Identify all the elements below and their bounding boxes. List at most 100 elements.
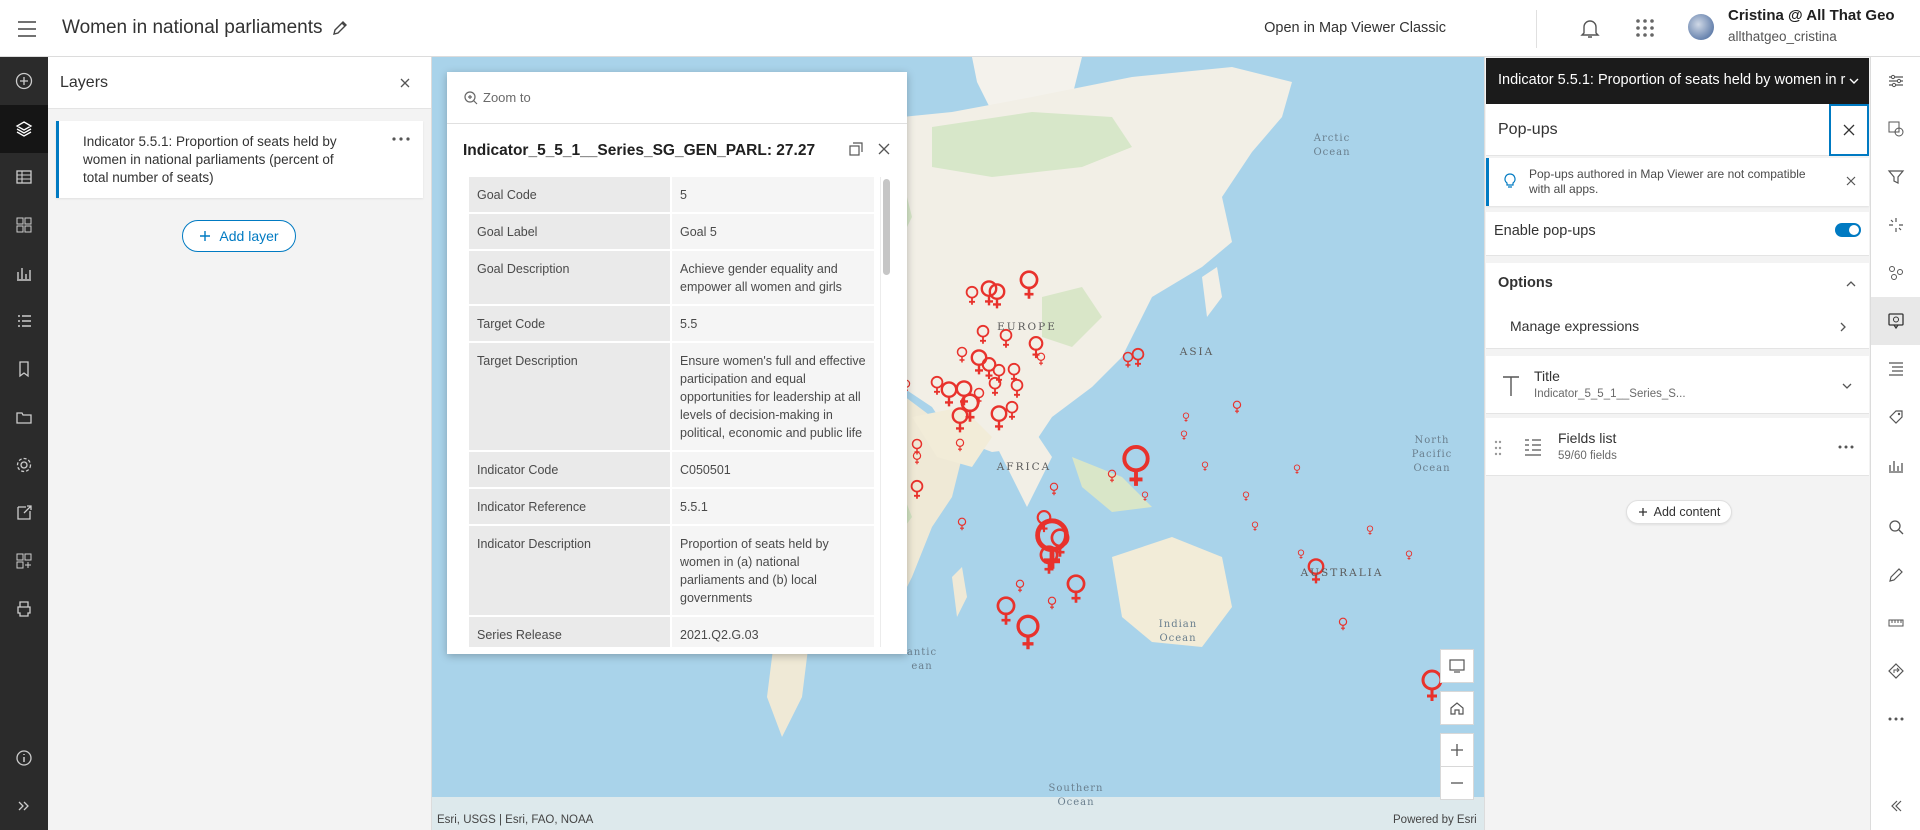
enable-popups-toggle[interactable] xyxy=(1835,223,1861,237)
map-label-indian: Indian xyxy=(1159,619,1197,630)
close-icon[interactable] xyxy=(1829,104,1869,156)
layer-selector[interactable]: Indicator 5.5.1: Proportion of seats hel… xyxy=(1486,58,1869,104)
field-value: Proportion of seats held by women in (a)… xyxy=(671,525,874,617)
pencil-icon[interactable] xyxy=(330,18,350,38)
map-label-southern1: Southern xyxy=(1049,783,1104,794)
labels-icon[interactable] xyxy=(1871,393,1920,441)
styles-icon[interactable] xyxy=(1871,105,1920,153)
charts-icon[interactable] xyxy=(0,249,48,297)
close-icon[interactable] xyxy=(1845,175,1857,187)
fields-icon[interactable] xyxy=(1871,345,1920,393)
zoom-to-icon xyxy=(463,90,479,106)
layers-icon[interactable] xyxy=(0,105,48,153)
map-attribution[interactable]: Esri, USGS | Esri, FAO, NOAA xyxy=(437,814,593,826)
directions-icon[interactable] xyxy=(1871,647,1920,695)
title-item-name: Title xyxy=(1534,368,1560,384)
user-handle: allthatgeo_cristina xyxy=(1728,29,1837,44)
enable-popups-label: Enable pop-ups xyxy=(1494,223,1596,239)
user-avatar[interactable] xyxy=(1688,14,1714,40)
add-content-button[interactable]: Add content xyxy=(1626,500,1732,524)
field-key: Target Description xyxy=(469,342,672,452)
collapse-icon[interactable] xyxy=(1871,782,1920,830)
map-label-npacific1: North xyxy=(1414,435,1449,446)
legend-icon[interactable] xyxy=(0,297,48,345)
table-row: Target Code 5.5 xyxy=(469,305,874,343)
close-icon[interactable] xyxy=(875,140,893,158)
close-icon[interactable] xyxy=(397,75,413,91)
basemap-icon[interactable] xyxy=(0,201,48,249)
info-icon[interactable] xyxy=(0,734,48,782)
print-icon[interactable] xyxy=(0,585,48,633)
properties-icon[interactable] xyxy=(1871,57,1920,105)
manage-expressions-item[interactable]: Manage expressions xyxy=(1486,305,1869,349)
expand-icon[interactable] xyxy=(0,782,48,830)
map-label-europe: EUROPE xyxy=(997,321,1057,333)
effects-icon[interactable] xyxy=(1871,201,1920,249)
drag-handle-icon[interactable] xyxy=(1494,440,1502,456)
map-label-southern2: Ocean xyxy=(1057,797,1094,808)
chevron-down-icon xyxy=(1847,74,1861,88)
popups-icon[interactable] xyxy=(1871,297,1920,345)
popups-header: Pop-ups xyxy=(1486,104,1869,156)
search-icon[interactable] xyxy=(1871,503,1920,551)
plus-icon xyxy=(199,230,211,242)
settings-icon[interactable] xyxy=(0,441,48,489)
powered-by[interactable]: Powered by Esri xyxy=(1393,814,1477,826)
more-options-icon[interactable] xyxy=(389,129,413,149)
zoom-out-icon[interactable] xyxy=(1440,766,1474,800)
add-content-label: Add content xyxy=(1653,505,1721,519)
charts-icon[interactable] xyxy=(1871,441,1920,489)
folder-icon[interactable] xyxy=(0,393,48,441)
popup-fields-table: Goal Code 5 Goal Label Goal 5 Goal Descripti… xyxy=(469,177,874,647)
options-label[interactable]: Options xyxy=(1498,275,1553,291)
table-row: Indicator Code C050501 xyxy=(469,451,874,489)
layer-list-item[interactable]: Indicator 5.5.1: Proportion of seats hel… xyxy=(56,121,423,198)
app-launcher-icon[interactable] xyxy=(1633,16,1657,40)
right-action-bar xyxy=(1870,57,1920,830)
more-tools-icon[interactable] xyxy=(1871,695,1920,743)
table-icon[interactable] xyxy=(0,153,48,201)
map-label-npacific2: Pacific xyxy=(1412,449,1453,460)
layers-panel: Layers Indicator 5.5.1: Proportion of se… xyxy=(48,57,432,830)
field-key: Goal Description xyxy=(469,250,672,306)
map-label-npacific3: Ocean xyxy=(1413,463,1450,474)
field-value: Goal 5 xyxy=(671,213,874,251)
scrollbar-thumb[interactable] xyxy=(883,179,890,275)
measure-icon[interactable] xyxy=(1871,599,1920,647)
share-icon[interactable] xyxy=(0,489,48,537)
edit-icon[interactable] xyxy=(1871,551,1920,599)
user-name[interactable]: Cristina @ All That Geo xyxy=(1728,7,1895,24)
filter-icon[interactable] xyxy=(1871,153,1920,201)
manage-expressions-label: Manage expressions xyxy=(1510,318,1640,334)
plus-icon xyxy=(1638,507,1648,517)
zoom-to-action[interactable]: Zoom to xyxy=(447,72,907,124)
home-icon[interactable] xyxy=(1440,691,1474,725)
chevron-up-icon[interactable] xyxy=(1845,278,1857,290)
field-key: Target Code xyxy=(469,305,672,343)
chevron-down-icon[interactable] xyxy=(1841,380,1853,392)
add-layer-button[interactable]: Add layer xyxy=(182,220,296,252)
menu-icon[interactable] xyxy=(14,16,40,42)
table-row: Goal Label Goal 5 xyxy=(469,213,874,251)
open-classic-link[interactable]: Open in Map Viewer Classic xyxy=(1264,20,1446,36)
fields-list-content-item[interactable]: Fields list 59/60 fields xyxy=(1486,418,1869,476)
create-app-icon[interactable] xyxy=(0,537,48,585)
dock-icon[interactable] xyxy=(847,140,865,158)
field-key: Indicator Reference xyxy=(469,488,672,526)
table-row: Goal Description Achieve gender equality … xyxy=(469,250,874,306)
bell-icon[interactable] xyxy=(1578,16,1602,40)
popup-scrollbar[interactable] xyxy=(880,177,892,647)
screen-icon[interactable] xyxy=(1440,649,1474,683)
add-icon[interactable] xyxy=(0,57,48,105)
header-divider xyxy=(1536,10,1537,48)
zoom-in-icon[interactable] xyxy=(1440,733,1474,767)
bookmark-icon[interactable] xyxy=(0,345,48,393)
table-row: Series Release 2021.Q2.G.03 xyxy=(469,616,874,647)
more-options-icon[interactable] xyxy=(1837,440,1855,454)
title-content-item[interactable]: Title Indicator_5_5_1__Series_S... xyxy=(1486,356,1869,414)
map-label-arctic: Arctic xyxy=(1313,133,1350,144)
map-label-atlantic1: antic xyxy=(907,647,937,658)
field-value: 2021.Q2.G.03 xyxy=(671,616,874,647)
clustering-icon[interactable] xyxy=(1871,249,1920,297)
popups-title: Pop-ups xyxy=(1498,121,1558,138)
